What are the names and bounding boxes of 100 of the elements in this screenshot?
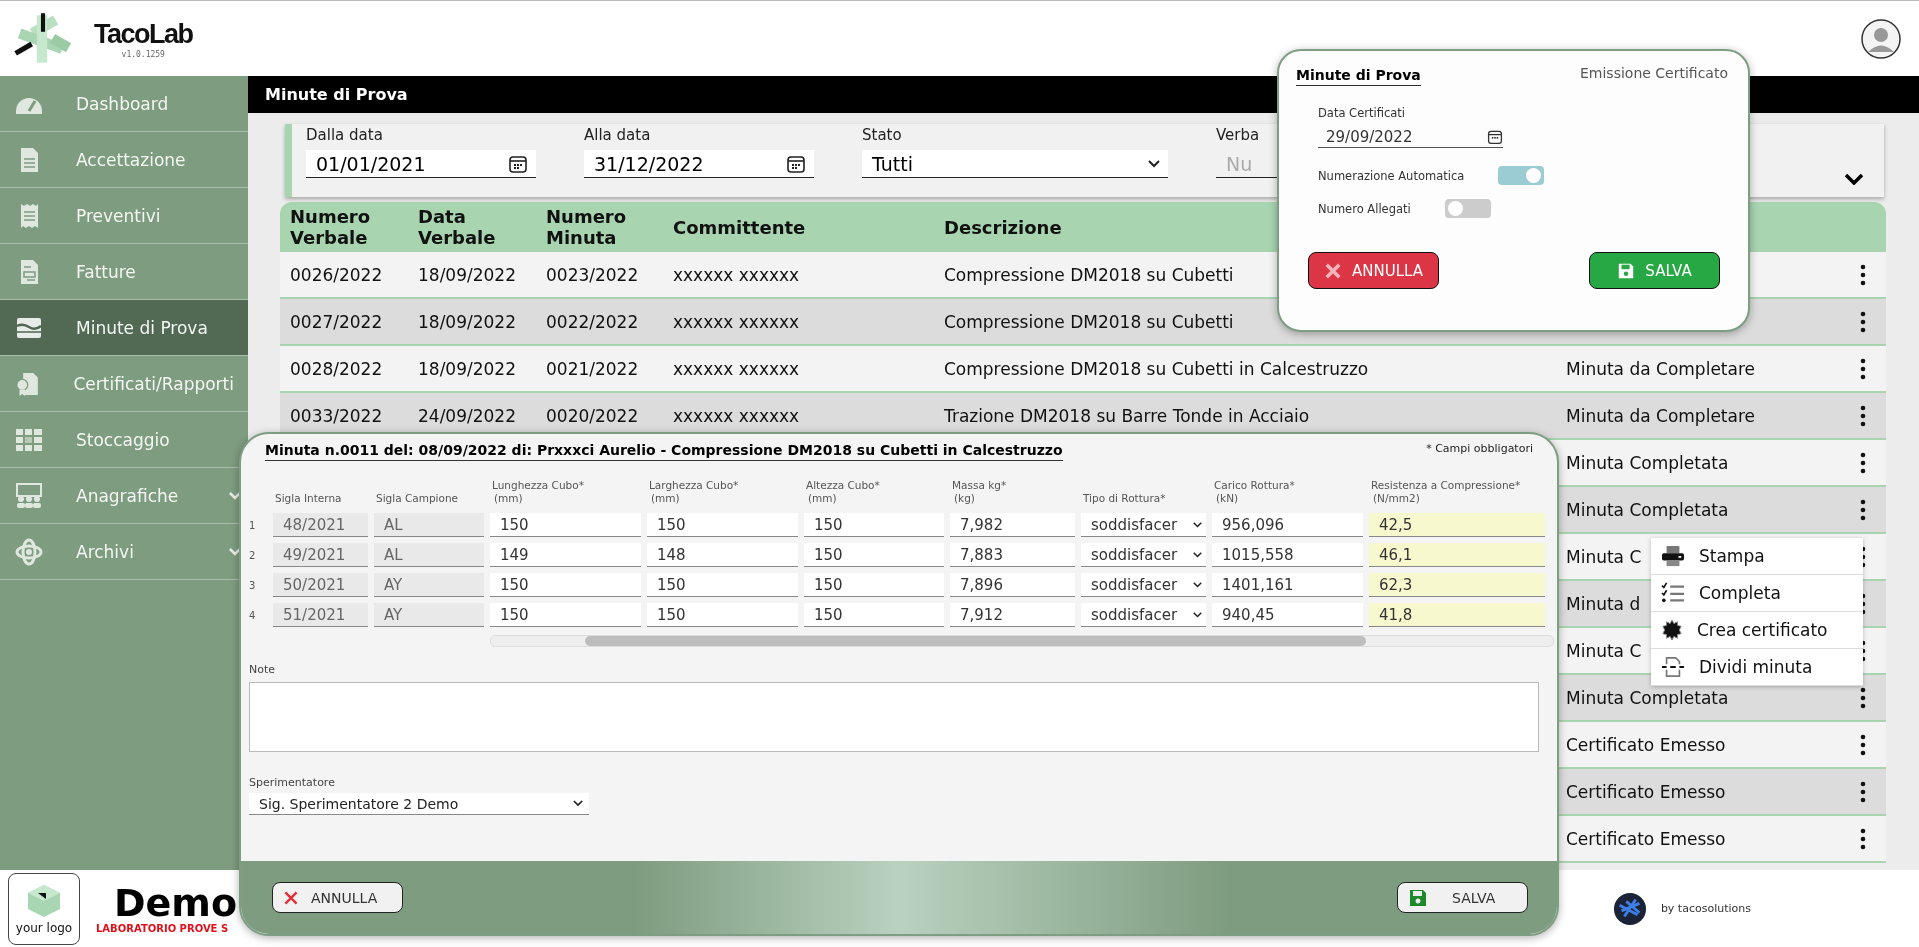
fracture-dropdown[interactable]: soddisfacer [1081,513,1206,537]
menu-item[interactable]: Dividi minuta [1651,649,1863,686]
readonly-field: AL [374,513,484,537]
status-dropdown[interactable]: Tutti [862,150,1168,178]
credit-text: by tacosolutions [1660,902,1751,915]
toggle-label: Numerazione Automatica [1318,168,1465,183]
logo-text: your logo [15,920,73,935]
menu-item[interactable]: Completa [1651,575,1863,612]
result-field: 46,1 [1369,543,1545,567]
checklist-icon [1661,582,1685,604]
column-unit: (kN) [1215,492,1240,505]
input-field[interactable]: 149 [490,543,641,567]
date-field[interactable]: 29/09/2022 [1318,126,1503,148]
avatar-icon[interactable] [1861,18,1901,59]
more-icon[interactable] [1860,733,1866,756]
seal-icon [1661,619,1683,641]
chevron-icon[interactable] [1844,173,1864,185]
input-field[interactable]: 150 [804,543,944,567]
input-field[interactable]: 148 [647,543,798,567]
column-header: Numero Verbale [290,206,371,248]
app-name: TacoLab [94,18,193,50]
input-field[interactable]: 940,45 [1212,603,1363,627]
table-cell: xxxxxx xxxxxx [673,405,800,426]
woven-logo-icon [1612,891,1647,926]
input-field[interactable]: 150 [490,513,641,537]
more-icon[interactable] [1860,498,1866,521]
table-cell: 0028/2022 [290,358,383,379]
filter-label: Dalla data [306,126,383,144]
toggle-switch[interactable] [1498,166,1545,185]
table-cell: 0027/2022 [290,311,383,332]
column-header: Lunghezza Cubo* [492,479,585,492]
caret-icon [1148,159,1160,168]
column-unit: (mm) [650,492,681,505]
table-cell: Trazione DM2018 su Barre Tonde in Acciaio [944,405,1310,426]
table-row[interactable]: 0028/2022 18/09/2022 0021/2022 xxxxxx xxxxxx Compressione DM2018 su Cubetti in Calcestruzzo Minuta da Completare [280,346,1886,393]
popup-subtitle: Emissione Certificato [1579,64,1728,81]
column-header: Resistenza a Compressione* [1371,479,1522,492]
more-icon[interactable] [1860,451,1866,474]
input-field[interactable]: 150 [490,573,641,597]
cancel-button[interactable]: ANNULLA [272,882,403,913]
dialog-title: Minuta n.0011 del: 08/09/2022 di: Prxxxci Aurelio - Compressione DM2018 su Cubetti in Calcestruzzo [265,442,1063,461]
horizontal-scrollbar[interactable] [490,635,1554,647]
status-cell: Minuta Completata [1566,687,1729,708]
status-cell: Certificato Emesso [1566,828,1726,849]
operator-dropdown[interactable]: Sig. Sperimentatore 2 Demo [249,793,589,815]
status-cell: Minuta Completata [1566,452,1729,473]
floppy-icon [1408,887,1428,908]
note-field[interactable] [249,682,1539,752]
date-field[interactable]: 01/01/2021 [306,150,536,178]
page-title: Minute di Prova [265,85,408,104]
input-field[interactable]: 1401,161 [1212,573,1363,597]
company-name: Demo [114,883,238,923]
more-icon[interactable] [1860,263,1866,286]
table-cell: 18/09/2022 [418,311,516,332]
input-field[interactable]: 1015,558 [1212,543,1363,567]
more-icon[interactable] [1860,404,1866,427]
fracture-dropdown[interactable]: soddisfacer [1081,603,1206,627]
popup-title: Minute di Prova [1296,61,1421,86]
cancel-button[interactable]: ANNULLA [1308,252,1439,289]
input-field[interactable]: 7,912 [950,603,1075,627]
more-icon[interactable] [1860,310,1866,333]
input-field[interactable]: 150 [804,573,944,597]
menu-item[interactable]: Crea certificato [1651,612,1863,649]
row-number: 3 [249,579,257,591]
input-field[interactable]: 150 [490,603,641,627]
column-header: Committente [673,216,806,238]
table-cell: xxxxxx xxxxxx [673,358,800,379]
date-field[interactable]: 31/12/2022 [584,150,814,178]
fracture-dropdown[interactable]: soddisfacer [1081,573,1206,597]
input-field[interactable]: 150 [647,573,798,597]
people-icon [14,480,44,511]
menu-item[interactable]: Stampa [1651,538,1863,575]
more-icon[interactable] [1860,827,1866,850]
input-field[interactable]: 956,096 [1212,513,1363,537]
table-cell: Compressione DM2018 su Cubetti [944,264,1234,285]
input-field[interactable]: 7,982 [950,513,1075,537]
more-icon[interactable] [1860,780,1866,803]
input-field[interactable]: 150 [804,603,944,627]
input-field[interactable]: 150 [647,603,798,627]
readonly-field: 51/2021 [273,603,368,627]
more-icon[interactable] [1860,357,1866,380]
toggle-switch[interactable] [1444,199,1491,218]
save-button[interactable]: SALVA [1397,882,1528,913]
sidebar-item[interactable]: Minute di Prova [0,300,248,356]
table-cell: 0020/2022 [546,405,639,426]
input-field[interactable]: 150 [804,513,944,537]
input-field[interactable]: 150 [647,513,798,537]
column-unit: (kg) [953,492,976,505]
input-field[interactable]: 7,896 [950,573,1075,597]
caret-icon [1193,611,1202,618]
table-cell: 0022/2022 [546,311,639,332]
readonly-field: AY [374,573,484,597]
readonly-field: AL [374,543,484,567]
column-header: Sigla Interna [275,492,343,505]
more-icon[interactable] [1860,686,1866,709]
filter-label: Verba [1216,126,1260,144]
input-field[interactable]: 7,883 [950,543,1075,567]
row-number: 1 [249,519,257,531]
column-header: Descrizione [944,216,1062,238]
fracture-dropdown[interactable]: soddisfacer [1081,543,1206,567]
